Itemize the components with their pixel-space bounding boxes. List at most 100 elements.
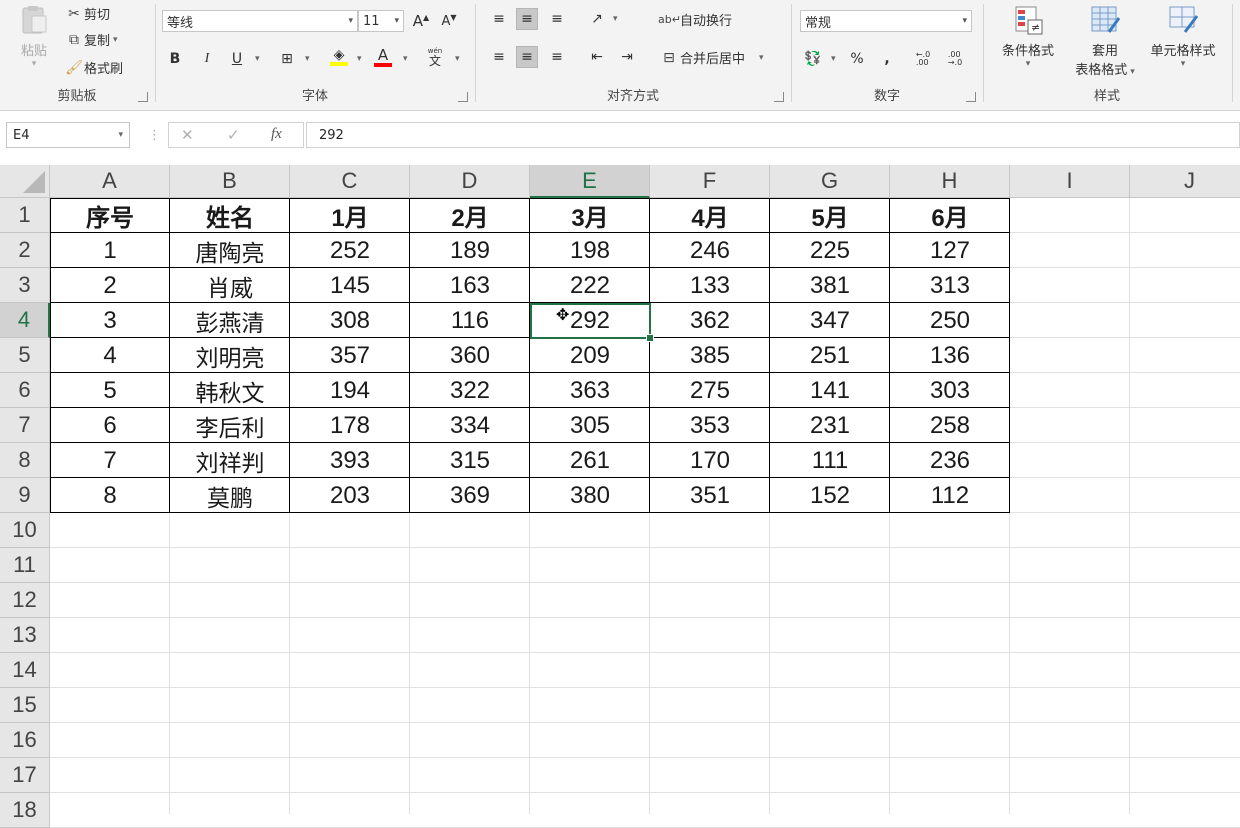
cell-b3[interactable]: 肖威 xyxy=(170,268,290,303)
cell-a5[interactable]: 4 xyxy=(50,338,170,373)
format-as-table-button[interactable]: 套用 表格格式 ▾ xyxy=(1066,4,1144,78)
chevron-down-icon[interactable]: ▾ xyxy=(255,54,260,64)
chevron-down-icon[interactable]: ▾ xyxy=(455,54,460,64)
cell-c4[interactable]: 308 xyxy=(290,303,410,338)
row-header-13[interactable]: 13 xyxy=(0,618,50,653)
chevron-down-icon[interactable]: ▾ xyxy=(118,130,123,140)
wrap-text-button[interactable]: ab↵ 自动换行 xyxy=(658,10,732,29)
cell-f4[interactable]: 362 xyxy=(650,303,770,338)
font-size-select[interactable]: 11 ▾ xyxy=(358,10,404,32)
cell-c1[interactable]: 1月 xyxy=(290,198,410,233)
cell-a2[interactable]: 1 xyxy=(50,233,170,268)
chevron-down-icon[interactable]: ▾ xyxy=(113,35,118,45)
cell-d6[interactable]: 322 xyxy=(410,373,530,408)
cell-d7[interactable]: 334 xyxy=(410,408,530,443)
chevron-down-icon[interactable]: ▾ xyxy=(831,54,836,64)
column-header-j[interactable]: J xyxy=(1130,165,1240,198)
cell-g9[interactable]: 152 xyxy=(770,478,890,513)
cell-e9[interactable]: 380 xyxy=(530,478,650,513)
row-header-1[interactable]: 1 xyxy=(0,198,50,233)
cell-g3[interactable]: 381 xyxy=(770,268,890,303)
cell-c5[interactable]: 357 xyxy=(290,338,410,373)
comma-style-button[interactable]: , xyxy=(876,48,898,70)
font-color-button[interactable]: A xyxy=(372,46,394,68)
cell-e7[interactable]: 305 xyxy=(530,408,650,443)
cell-h5[interactable]: 136 xyxy=(890,338,1010,373)
cell-f6[interactable]: 275 xyxy=(650,373,770,408)
column-header-h[interactable]: H xyxy=(890,165,1010,198)
chevron-down-icon[interactable]: ▾ xyxy=(357,54,362,64)
cell-g2[interactable]: 225 xyxy=(770,233,890,268)
fill-color-button[interactable]: ◈ xyxy=(328,46,350,68)
copy-button[interactable]: ⧉ 复制 ▾ xyxy=(64,30,118,50)
cell-h2[interactable]: 127 xyxy=(890,233,1010,268)
cell-h1[interactable]: 6月 xyxy=(890,198,1010,233)
cell-g7[interactable]: 231 xyxy=(770,408,890,443)
cell-styles-button[interactable]: 单元格样式 ▾ xyxy=(1140,4,1226,69)
cell-h7[interactable]: 258 xyxy=(890,408,1010,443)
cell-a7[interactable]: 6 xyxy=(50,408,170,443)
column-header-b[interactable]: B xyxy=(170,165,290,198)
orientation-button[interactable]: ↗ xyxy=(586,8,608,30)
cell-e1[interactable]: 3月 xyxy=(530,198,650,233)
cell-f2[interactable]: 246 xyxy=(650,233,770,268)
font-name-select[interactable]: 等线 ▾ xyxy=(162,10,358,32)
align-center-button[interactable]: ≡ xyxy=(516,46,538,68)
cell-e5[interactable]: 209 xyxy=(530,338,650,373)
dialog-launcher-icon[interactable] xyxy=(774,92,784,102)
phonetic-guide-button[interactable]: wén 文 xyxy=(424,46,446,68)
row-header-15[interactable]: 15 xyxy=(0,688,50,723)
cell-g8[interactable]: 111 xyxy=(770,443,890,478)
cancel-icon[interactable]: ✕ xyxy=(181,126,194,144)
cut-button[interactable]: ✂ 剪切 xyxy=(64,4,110,24)
cell-d4[interactable]: 116 xyxy=(410,303,530,338)
increase-indent-button[interactable]: ⇥ xyxy=(616,46,638,68)
accounting-format-button[interactable]: 💱 xyxy=(802,48,824,70)
decrease-font-size-button[interactable]: A ▼ xyxy=(438,10,460,32)
formula-input[interactable]: 292 xyxy=(306,122,1240,148)
insert-function-icon[interactable]: fx xyxy=(271,126,282,143)
cell-e6[interactable]: 363 xyxy=(530,373,650,408)
formula-bar-splitter[interactable]: ⋮ xyxy=(148,128,161,143)
cell-f5[interactable]: 385 xyxy=(650,338,770,373)
row-header-17[interactable]: 17 xyxy=(0,758,50,793)
merge-center-button[interactable]: ⊟ 合并后居中 ▾ xyxy=(658,48,764,68)
cell-f7[interactable]: 353 xyxy=(650,408,770,443)
cell-c2[interactable]: 252 xyxy=(290,233,410,268)
cell-d9[interactable]: 369 xyxy=(410,478,530,513)
column-header-d[interactable]: D xyxy=(410,165,530,198)
cell-b4[interactable]: 彭燕清 xyxy=(170,303,290,338)
row-header-18[interactable]: 18 xyxy=(0,793,50,828)
chevron-down-icon[interactable]: ▾ xyxy=(613,14,618,24)
cell-g4[interactable]: 347 xyxy=(770,303,890,338)
cell-d2[interactable]: 189 xyxy=(410,233,530,268)
cell-f1[interactable]: 4月 xyxy=(650,198,770,233)
increase-font-size-button[interactable]: A ▲ xyxy=(410,10,432,32)
row-header-8[interactable]: 8 xyxy=(0,443,50,478)
cell-f9[interactable]: 351 xyxy=(650,478,770,513)
row-header-9[interactable]: 9 xyxy=(0,478,50,513)
enter-icon[interactable]: ✓ xyxy=(227,126,240,144)
column-header-f[interactable]: F xyxy=(650,165,770,198)
number-format-select[interactable]: 常规 ▾ xyxy=(800,10,972,32)
decrease-indent-button[interactable]: ⇤ xyxy=(586,46,608,68)
cell-e8[interactable]: 261 xyxy=(530,443,650,478)
dialog-launcher-icon[interactable] xyxy=(966,92,976,102)
fill-handle[interactable] xyxy=(646,334,654,342)
cell-g1[interactable]: 5月 xyxy=(770,198,890,233)
cell-a6[interactable]: 5 xyxy=(50,373,170,408)
row-header-10[interactable]: 10 xyxy=(0,513,50,548)
percent-button[interactable]: % xyxy=(846,48,868,70)
cell-b7[interactable]: 李后利 xyxy=(170,408,290,443)
cell-f3[interactable]: 133 xyxy=(650,268,770,303)
increase-decimal-button[interactable]: ←.0.00 xyxy=(912,48,934,70)
conditional-formatting-button[interactable]: ≠ 条件格式 ▾ xyxy=(992,4,1064,69)
chevron-down-icon[interactable]: ▾ xyxy=(759,53,764,63)
chevron-down-icon[interactable]: ▾ xyxy=(305,54,310,64)
cell-d1[interactable]: 2月 xyxy=(410,198,530,233)
underline-button[interactable]: U xyxy=(226,48,248,70)
borders-button[interactable]: ⊞ xyxy=(276,48,298,70)
row-header-14[interactable]: 14 xyxy=(0,653,50,688)
cell-d8[interactable]: 315 xyxy=(410,443,530,478)
row-header-3[interactable]: 3 xyxy=(0,268,50,303)
